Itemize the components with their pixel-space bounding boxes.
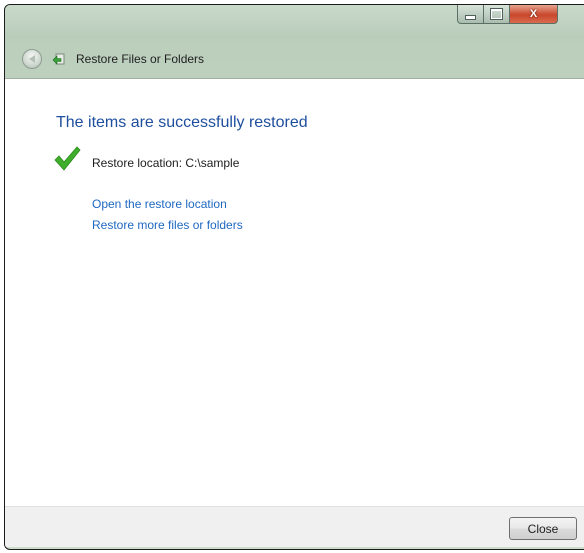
screen: X Restore Files or Folders The items are… <box>0 0 584 553</box>
window-close-button[interactable]: X <box>510 5 558 24</box>
caption-buttons: X <box>457 5 558 25</box>
navigation-bar: Restore Files or Folders <box>5 39 584 79</box>
restore-more-link[interactable]: Restore more files or folders <box>92 218 243 232</box>
window-title: Restore Files or Folders <box>76 52 205 66</box>
restore-location-text: Restore location: C:\sample <box>92 156 240 170</box>
back-button[interactable] <box>22 49 42 69</box>
maximize-button[interactable] <box>484 5 510 24</box>
checkmark-icon <box>54 146 81 171</box>
close-button[interactable]: Close <box>509 517 577 540</box>
restore-files-icon <box>52 53 65 65</box>
maximize-icon <box>491 9 502 19</box>
minimize-button[interactable] <box>457 5 484 24</box>
page-heading: The items are successfully restored <box>56 114 308 131</box>
title-bar[interactable]: X <box>5 5 584 39</box>
open-restore-location-link[interactable]: Open the restore location <box>92 197 227 211</box>
footer-bar: Close <box>5 506 584 547</box>
back-arrow-icon <box>29 55 35 63</box>
content-area: The items are successfully restored Rest… <box>5 78 584 507</box>
restore-window: X Restore Files or Folders The items are… <box>4 4 584 550</box>
minimize-icon <box>465 14 476 20</box>
close-x-icon: X <box>529 8 538 20</box>
